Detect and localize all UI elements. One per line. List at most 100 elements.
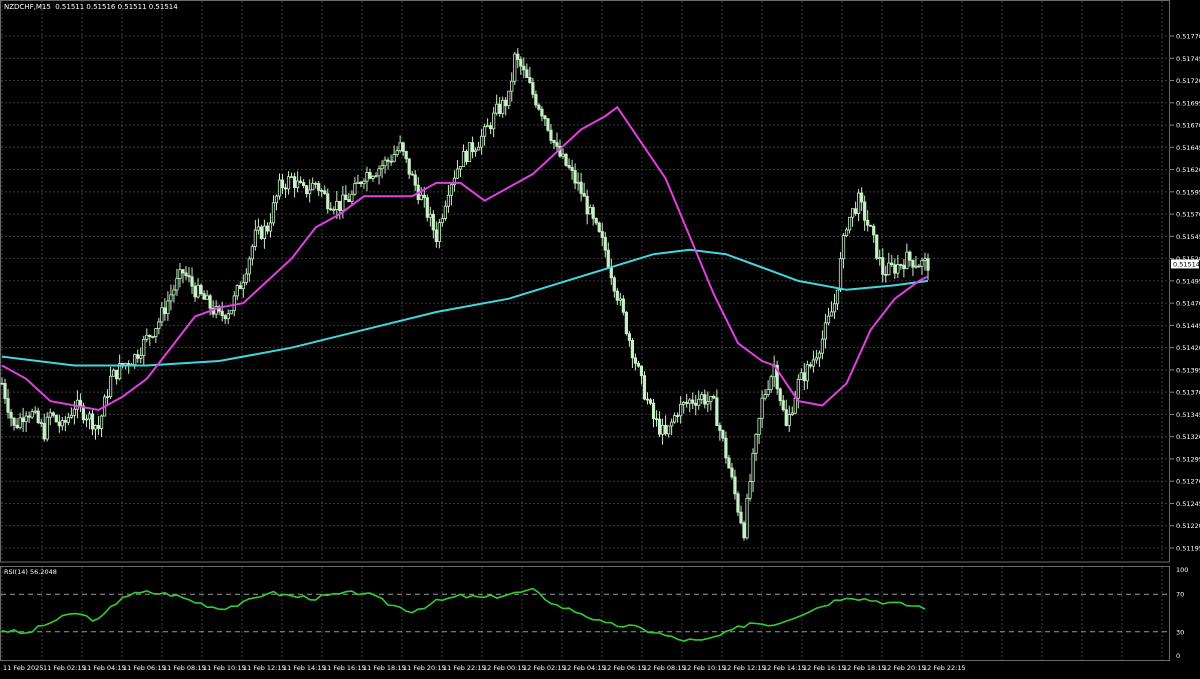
candle-body-down — [591, 207, 595, 219]
y-tick-label: 0.51570 — [1176, 211, 1200, 219]
candle-body-down — [78, 399, 83, 407]
candle-body-up — [99, 415, 104, 429]
candle-body-up — [682, 402, 686, 405]
candle-body-up — [398, 142, 402, 152]
x-axis: 11 Feb 2025 11 Feb 02:1511 Feb 04:1511 Fe… — [3, 664, 966, 672]
x-tick-label: 12 Feb 16:15 — [803, 664, 846, 672]
candle-body-up — [142, 338, 146, 356]
candle-body-up — [139, 355, 143, 359]
candle-body-up — [256, 226, 260, 231]
candle-body-down — [326, 193, 330, 210]
candle-body-down — [543, 115, 547, 120]
candle-body-up — [308, 189, 312, 195]
candle-body-down — [0, 382, 4, 385]
candle-body-down — [651, 402, 656, 420]
x-tick-label: 12 Feb 20:15 — [883, 664, 926, 672]
candle-body-up — [332, 209, 336, 211]
candle-body-up — [835, 289, 840, 305]
candle-body-down — [516, 53, 520, 60]
candle-body-up — [48, 412, 52, 418]
candle-body-down — [519, 59, 523, 67]
y-tick-label: 0.51195 — [1176, 545, 1200, 553]
candle-body-down — [639, 365, 644, 377]
candle-body-up — [33, 410, 37, 413]
candle-body-down — [265, 225, 270, 232]
y-tick-label: 0.51295 — [1176, 455, 1200, 463]
candle-body-up — [706, 401, 710, 405]
candle-body-down — [739, 511, 743, 524]
candle-body-down — [902, 264, 906, 270]
candle-body-down — [884, 273, 888, 276]
candle-body-up — [250, 246, 254, 260]
candle-body-up — [561, 153, 565, 157]
candle-body-up — [814, 357, 818, 361]
candle-body-up — [335, 200, 339, 210]
rsi-panel-frame — [0, 566, 1170, 661]
candle-body-down — [489, 125, 493, 130]
candle-body-up — [232, 295, 236, 311]
candle-body-down — [54, 414, 58, 423]
candle-body-down — [21, 417, 25, 423]
candle-body-down — [863, 201, 867, 221]
symbol-label: NZDCHF,M15 — [4, 3, 51, 11]
candle-body-up — [887, 262, 891, 276]
candle-body-down — [27, 415, 31, 418]
candle-body-down — [136, 354, 140, 359]
trading-chart[interactable]: NZDCHF,M15 0.51511 0.51516 0.51511 0.515… — [0, 0, 1200, 675]
candle-body-up — [588, 207, 592, 215]
candle-body-up — [679, 404, 683, 417]
candle-body-down — [911, 259, 915, 268]
x-tick-label: 11 Feb 16:15 — [323, 664, 366, 672]
candle-body-down — [600, 231, 604, 238]
candle-body-down — [305, 185, 309, 195]
candle-body-up — [920, 260, 924, 267]
y-tick-label: 0.51320 — [1176, 433, 1200, 441]
candle-body-up — [274, 195, 279, 204]
candle-body-up — [745, 497, 749, 539]
chart-svg[interactable]: 0.51770 0.51745 0.51720 0.51695 0.51670 0.516… — [0, 0, 1200, 675]
candle-body-down — [163, 307, 167, 315]
candle-body-down — [573, 170, 577, 184]
candle-body-up — [688, 399, 692, 404]
candle-body-up — [383, 159, 387, 167]
candle-body-down — [537, 104, 541, 110]
candle-body-up — [377, 168, 381, 177]
candle-body-down — [425, 197, 429, 218]
candle-body-down — [431, 213, 435, 231]
candle-body-down — [302, 182, 306, 187]
candle-body-up — [455, 168, 460, 179]
candle-body-up — [341, 194, 345, 211]
candle-body-up — [766, 389, 770, 395]
candle-body-down — [585, 195, 589, 215]
candle-body-up — [72, 408, 76, 416]
candle-body-up — [205, 295, 209, 300]
candle-body-up — [380, 165, 384, 170]
candle-body-up — [178, 269, 182, 279]
candle-body-down — [90, 413, 95, 430]
candle-body-up — [154, 328, 158, 337]
candle-body-down — [778, 388, 782, 402]
candle-body-up — [461, 151, 466, 167]
candle-body-down — [36, 410, 40, 423]
candle-body-down — [633, 357, 638, 364]
candle-body-up — [467, 142, 472, 163]
candle-body-down — [555, 142, 559, 147]
candle-body-down — [606, 249, 610, 268]
candle-body-up — [244, 273, 248, 283]
candle-body-up — [350, 193, 354, 202]
candle-body-down — [781, 400, 785, 411]
candle-body-up — [175, 278, 179, 291]
candle-body-down — [546, 118, 550, 131]
candle-body-up — [914, 265, 918, 268]
x-tick-label: 11 Feb 22:15 — [443, 664, 486, 672]
candle-body-up — [748, 481, 752, 499]
candle-body-down — [389, 160, 393, 163]
candle-body-down — [42, 423, 46, 440]
candle-body-down — [872, 225, 876, 236]
candle-body-down — [187, 275, 191, 278]
y-tick-label: 0.51670 — [1176, 122, 1200, 130]
candle-body-up — [763, 394, 767, 399]
candle-body-up — [811, 359, 815, 367]
candle-body-down — [531, 82, 535, 95]
candle-body-up — [289, 176, 294, 179]
